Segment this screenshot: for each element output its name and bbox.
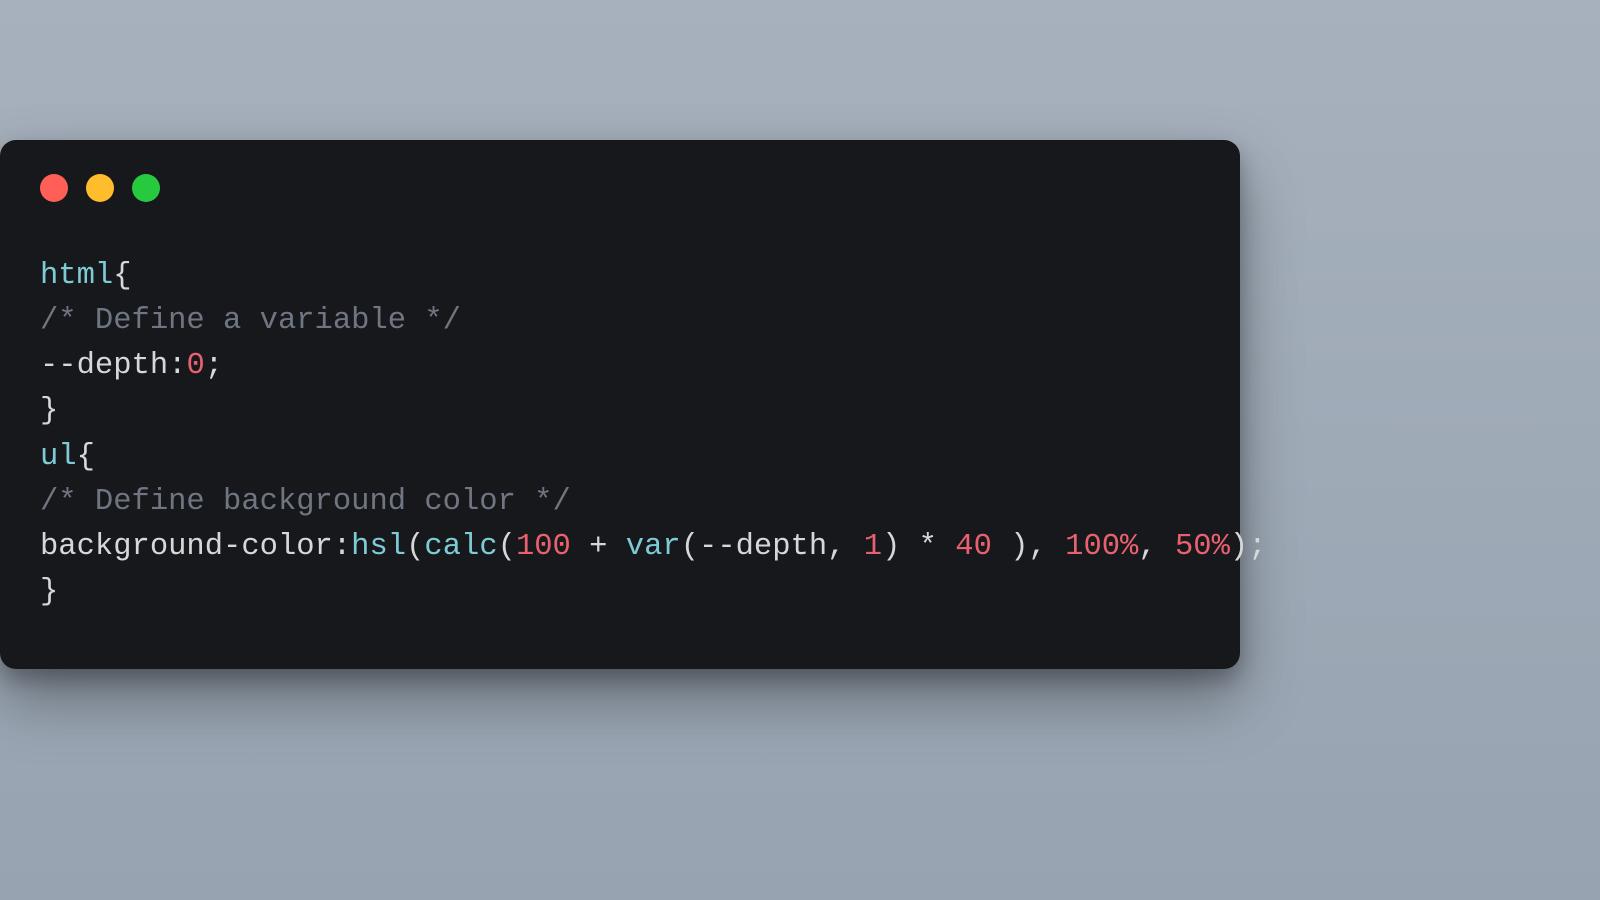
code-paren: ): [1010, 530, 1028, 564]
code-comma: ,: [827, 530, 864, 564]
minimize-icon[interactable]: [86, 174, 114, 202]
code-comment: /* Define background color */: [40, 485, 571, 519]
code-comma: ,: [1138, 530, 1175, 564]
code-paren: ): [882, 530, 900, 564]
code-selector: html: [40, 259, 113, 293]
code-colon: :: [168, 349, 186, 383]
code-space: [992, 530, 1010, 564]
code-comment: /* Define a variable */: [40, 304, 461, 338]
code-window: html{ /* Define a variable */ --depth:0;…: [0, 140, 1240, 669]
code-function: hsl: [351, 530, 406, 564]
code-number: 0: [186, 349, 204, 383]
code-comma: ,: [1029, 530, 1066, 564]
code-function: calc: [424, 530, 497, 564]
code-semicolon: ;: [1248, 530, 1266, 564]
code-number: 50%: [1175, 530, 1230, 564]
code-number: 1: [864, 530, 882, 564]
code-operator: +: [571, 530, 626, 564]
code-paren: (: [498, 530, 516, 564]
code-paren: (: [406, 530, 424, 564]
window-titlebar: [40, 174, 1200, 202]
code-block: html{ /* Define a variable */ --depth:0;…: [40, 254, 1200, 615]
code-colon: :: [333, 530, 351, 564]
code-property: --depth: [40, 349, 168, 383]
code-brace: {: [77, 440, 95, 474]
close-icon[interactable]: [40, 174, 68, 202]
code-property: background-color: [40, 530, 333, 564]
code-number: 40: [955, 530, 992, 564]
code-brace: }: [40, 575, 58, 609]
code-selector: ul: [40, 440, 77, 474]
code-paren: ): [1230, 530, 1248, 564]
zoom-icon[interactable]: [132, 174, 160, 202]
code-paren: (: [681, 530, 699, 564]
code-semicolon: ;: [205, 349, 223, 383]
code-brace: }: [40, 394, 58, 428]
code-variable: --depth: [699, 530, 827, 564]
code-operator: *: [900, 530, 955, 564]
code-function: var: [626, 530, 681, 564]
code-number: 100: [516, 530, 571, 564]
code-number: 100%: [1065, 530, 1138, 564]
code-brace: {: [113, 259, 131, 293]
